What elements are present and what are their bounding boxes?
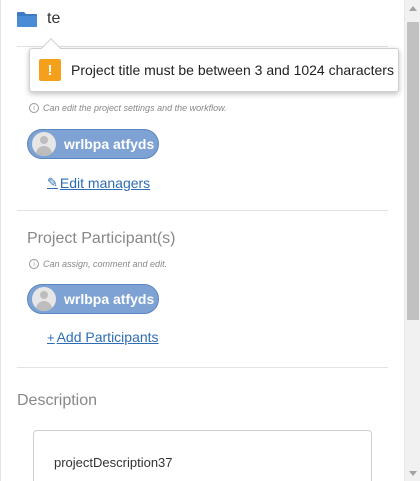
managers-divider: [17, 210, 388, 211]
manager-user-name: wrlbpa atfyds: [64, 136, 155, 152]
managers-hint: i Can edit the project settings and the …: [29, 103, 227, 113]
validation-tooltip: ! Project title must be between 3 and 10…: [29, 38, 399, 92]
scroll-down-arrow-icon[interactable]: [405, 465, 420, 481]
participant-user-chip[interactable]: wrlbpa atfyds: [27, 284, 159, 314]
edit-managers-link[interactable]: ✎ Edit managers: [47, 175, 150, 191]
plus-icon: +: [47, 329, 55, 345]
participants-hint: i Can assign, comment and edit.: [29, 259, 167, 269]
avatar: [32, 132, 56, 156]
managers-hint-text: Can edit the project settings and the wo…: [43, 103, 227, 113]
participants-divider: [17, 367, 388, 368]
tooltip-arrow: [41, 38, 61, 58]
tooltip-message: Project title must be between 3 and 1024…: [71, 62, 394, 78]
info-icon: i: [29, 103, 39, 113]
add-participants-label: Add Participants: [56, 329, 159, 345]
folder-icon: [17, 11, 37, 27]
participants-title: Project Participant(s): [27, 230, 176, 247]
participants-hint-text: Can assign, comment and edit.: [43, 259, 168, 269]
title-row: [17, 8, 247, 30]
description-text: projectDescription37: [54, 455, 173, 470]
participant-user-name: wrlbpa atfyds: [64, 291, 155, 307]
description-title: Description: [17, 392, 98, 409]
pencil-icon: ✎: [47, 175, 58, 190]
scrollbar-thumb[interactable]: [407, 22, 419, 320]
project-title-input[interactable]: [47, 10, 247, 28]
header-divider: [17, 46, 388, 47]
info-icon: i: [29, 259, 39, 269]
warning-icon: !: [39, 59, 61, 81]
description-field[interactable]: projectDescription37: [33, 430, 372, 481]
project-settings-panel: ! Project title must be between 3 and 10…: [0, 0, 404, 481]
manager-user-chip[interactable]: wrlbpa atfyds: [27, 129, 159, 159]
edit-managers-label: Edit managers: [59, 175, 151, 191]
scroll-up-arrow-icon[interactable]: [405, 0, 420, 16]
add-participants-link[interactable]: + Add Participants: [47, 329, 159, 345]
avatar: [32, 287, 56, 311]
vertical-scrollbar[interactable]: [404, 0, 420, 481]
